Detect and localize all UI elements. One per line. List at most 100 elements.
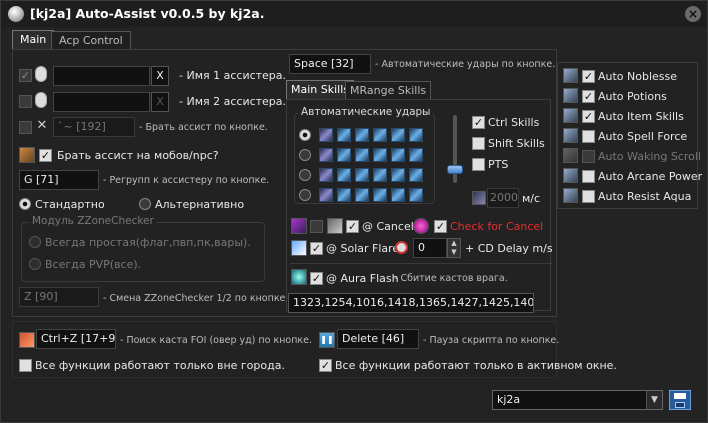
- buff-label: Auto Noblesse: [598, 70, 678, 83]
- tab-main-skills[interactable]: Main Skills: [286, 80, 355, 99]
- assist-hotkey-label: - Брать ассист по кнопке.: [139, 122, 268, 133]
- buff-checkbox[interactable]: ✓: [582, 70, 595, 83]
- zone-checker-title: Модуль ZZoneChecker: [29, 215, 157, 227]
- buff-label: Auto Arcane Power: [598, 170, 703, 183]
- skill-slot-icon[interactable]: [409, 148, 423, 162]
- skill-slot-icon[interactable]: [409, 128, 423, 142]
- aura-flash-icon: [291, 269, 307, 285]
- skill-slot-icon[interactable]: [319, 148, 333, 162]
- tab-main[interactable]: Main: [12, 30, 55, 49]
- name2-checkbox[interactable]: [19, 95, 32, 108]
- name2-input[interactable]: [53, 92, 150, 112]
- city-only-checkbox[interactable]: [19, 359, 32, 372]
- skill-row-radio[interactable]: [299, 149, 311, 161]
- solar-flare-icon: [291, 240, 307, 256]
- tab-mrange-skills[interactable]: MRange Skills: [345, 81, 432, 100]
- mobs-checkbox[interactable]: ✓: [39, 149, 52, 162]
- regroup-hotkey-input[interactable]: G [71]: [19, 170, 99, 190]
- skill-slot-icon[interactable]: [391, 188, 405, 202]
- foi-icon: [19, 332, 35, 348]
- shift-skills-label: Shift Skills: [488, 137, 545, 150]
- skill-slot-icon[interactable]: [337, 188, 351, 202]
- zone-toggle-hotkey-input[interactable]: Z [90]: [19, 287, 99, 307]
- skill-slot-icon[interactable]: [373, 128, 387, 142]
- hotkey-assist-checkbox[interactable]: [19, 121, 32, 134]
- mode-standard-label: Стандартно: [35, 198, 105, 211]
- range-input[interactable]: 2000: [487, 188, 519, 208]
- profile-select[interactable]: kj2a: [492, 390, 663, 410]
- buff-checkbox[interactable]: ✓: [582, 90, 595, 103]
- skill-slot-icon[interactable]: [391, 168, 405, 182]
- active-window-checkbox[interactable]: ✓: [319, 359, 332, 372]
- name2-label: - Имя 2 ассистера.: [179, 95, 287, 108]
- skill-slot-icon[interactable]: [337, 148, 351, 162]
- ctrl-skills-checkbox[interactable]: ✓: [472, 116, 485, 129]
- check-cancel-checkbox[interactable]: ✓: [434, 220, 447, 233]
- pause-hotkey-input[interactable]: Delete [46]: [337, 329, 419, 349]
- cancel-skill-checkbox[interactable]: [310, 220, 323, 233]
- mode-standard-radio[interactable]: [19, 198, 31, 210]
- skill-slot-icon[interactable]: [355, 188, 369, 202]
- assist-hotkey-input[interactable]: `~ [192]: [53, 117, 135, 137]
- skill-slot-icon[interactable]: [337, 128, 351, 142]
- shift-skills-checkbox[interactable]: [472, 137, 485, 150]
- buff-checkbox[interactable]: [582, 170, 595, 183]
- skill-slot-icon[interactable]: [391, 148, 405, 162]
- skill-slot-icon[interactable]: [355, 148, 369, 162]
- name2-clear-button[interactable]: X: [151, 92, 169, 112]
- foi-label: - Поиск каста FOI (овер уд) по кнопке.: [120, 335, 313, 346]
- tab-acp-control[interactable]: Acp Control: [51, 31, 131, 50]
- zone-option1-radio[interactable]: [29, 236, 41, 248]
- close-button[interactable]: ×: [685, 6, 701, 22]
- skills-hotkey-input[interactable]: Space [32]: [289, 54, 371, 74]
- buff-label: Auto Resist Aqua: [598, 190, 692, 203]
- skill-slot-icon[interactable]: [355, 128, 369, 142]
- skill-slot-icon[interactable]: [391, 128, 405, 142]
- clock-icon: [395, 241, 408, 254]
- buff-checkbox[interactable]: [582, 150, 595, 163]
- zone-option1-label: Всегда простая(флаг,пвп,пк,вары).: [45, 236, 251, 249]
- swords-icon: ✕: [36, 118, 48, 133]
- skill-slot-icon[interactable]: [409, 168, 423, 182]
- aura-flash-checkbox[interactable]: ✓: [310, 272, 323, 285]
- mouse-icon: [35, 92, 47, 108]
- regroup-label: - Регрупп к ассистеру по кнопке.: [103, 175, 270, 186]
- buff-checkbox[interactable]: [582, 190, 595, 203]
- cd-delay-input[interactable]: 0: [413, 238, 447, 258]
- skill-slot-icon[interactable]: [373, 148, 387, 162]
- chevron-down-icon[interactable]: ▼: [646, 391, 662, 409]
- pause-icon: ❚❚: [319, 332, 335, 348]
- mode-alternative-radio[interactable]: [139, 198, 151, 210]
- name1-input[interactable]: [53, 66, 150, 86]
- mobs-label: Брать ассист на мобов/npc?: [57, 149, 219, 162]
- ctrl-skills-label: Ctrl Skills: [488, 116, 540, 129]
- solar-flare-checkbox[interactable]: ✓: [310, 242, 323, 255]
- pts-checkbox[interactable]: [472, 158, 485, 171]
- skill-row-radio[interactable]: [299, 189, 311, 201]
- aura-flash-desc: - Сбитие кастов врага.: [394, 273, 508, 284]
- name1-label: - Имя 1 ассистера.: [179, 69, 287, 82]
- zone-option2-radio[interactable]: [29, 258, 41, 270]
- skill-slot-icon[interactable]: [355, 168, 369, 182]
- skill-slot-icon[interactable]: [319, 188, 333, 202]
- cd-delay-spinner[interactable]: ▲ ▼: [447, 238, 461, 258]
- name1-checkbox[interactable]: ✓: [19, 69, 32, 82]
- buff-icon: [563, 68, 578, 83]
- pts-label: PTS: [488, 158, 509, 171]
- skill-slot-icon[interactable]: [373, 168, 387, 182]
- skill-slot-icon[interactable]: [319, 128, 333, 142]
- skill-row-radio[interactable]: [299, 169, 311, 181]
- skill-ids-input[interactable]: 1323,1254,1016,1418,1365,1427,1425,1409: [288, 293, 534, 313]
- save-button[interactable]: [669, 390, 691, 410]
- buff-checkbox[interactable]: ✓: [582, 110, 595, 123]
- skill-slot-icon[interactable]: [373, 188, 387, 202]
- range-slider-thumb[interactable]: [447, 165, 463, 174]
- cancel-checkbox[interactable]: ✓: [346, 220, 359, 233]
- skill-row-radio[interactable]: [299, 129, 311, 141]
- name1-clear-button[interactable]: X: [151, 66, 169, 86]
- foi-hotkey-input[interactable]: Ctrl+Z [17+90]: [36, 329, 116, 349]
- skill-slot-icon[interactable]: [409, 188, 423, 202]
- buff-checkbox[interactable]: [582, 130, 595, 143]
- skill-slot-icon[interactable]: [319, 168, 333, 182]
- skill-slot-icon[interactable]: [337, 168, 351, 182]
